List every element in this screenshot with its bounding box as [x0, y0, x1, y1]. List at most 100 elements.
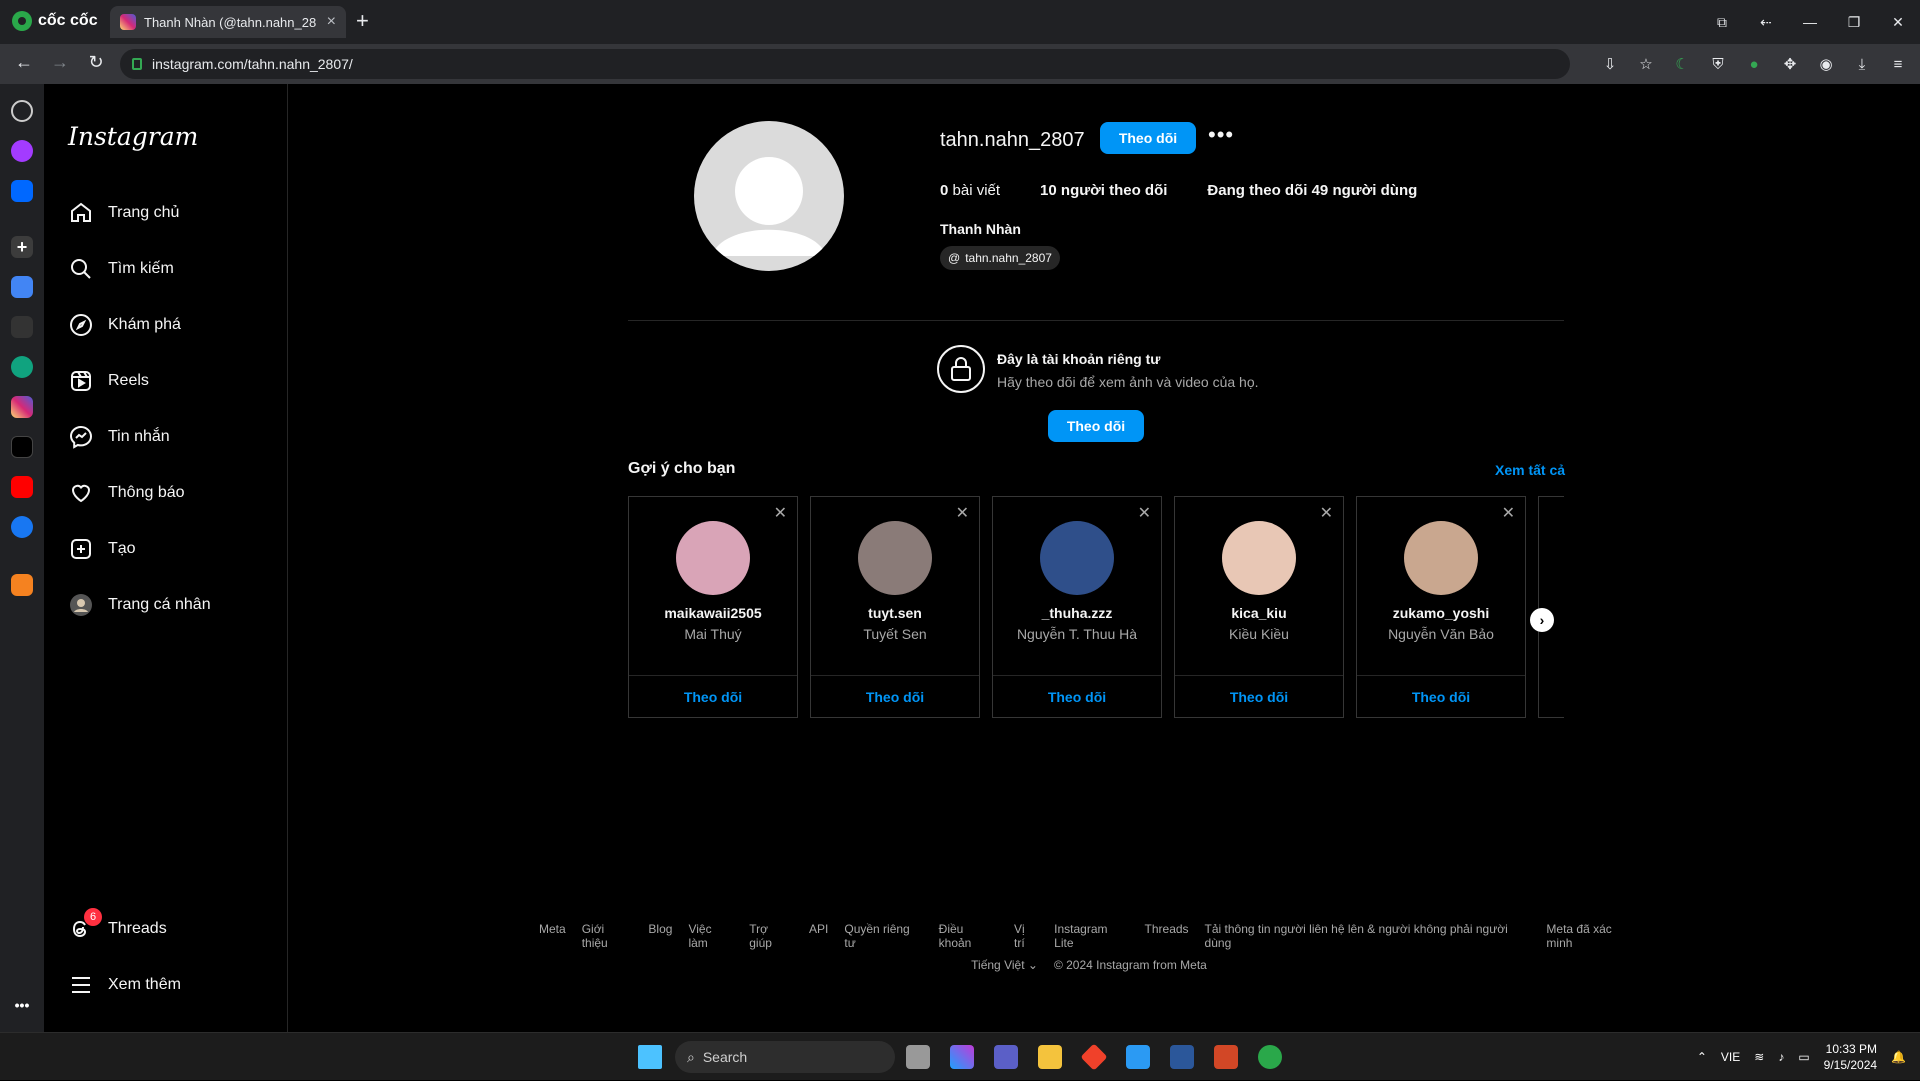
suggestion-follow-button[interactable]: Theo dõi [629, 675, 797, 718]
see-all-link[interactable]: Xem tất cả [1495, 462, 1565, 478]
nav-messages[interactable]: Tin nhắn [68, 417, 278, 457]
forward-button[interactable]: → [48, 52, 72, 73]
windows-start-icon[interactable] [638, 1045, 662, 1069]
extensions-icon[interactable]: ✥ [1778, 50, 1802, 78]
private-follow-button[interactable]: Theo dõi [1048, 410, 1144, 442]
close-window-button[interactable]: ✕ [1876, 14, 1920, 31]
coccoc-taskbar-icon[interactable] [1258, 1045, 1282, 1069]
suggestion-username[interactable]: tuyt.sen [811, 605, 979, 621]
footer-link[interactable]: Việc làm [688, 922, 733, 950]
nav-search[interactable]: Tìm kiếm [68, 249, 278, 289]
instagram-app-icon[interactable] [11, 396, 33, 418]
suggestion-username[interactable]: zukamo_yoshi [1357, 605, 1525, 621]
nav-notifications[interactable]: Thông báo [68, 473, 278, 513]
footer-link[interactable]: Tải thông tin người liên hệ lên & người … [1205, 922, 1531, 950]
dismiss-icon[interactable]: ✕ [1138, 503, 1151, 523]
restore-button[interactable]: ❐ [1832, 14, 1876, 31]
followers-stat[interactable]: 10 người theo dõi [1040, 182, 1167, 199]
file-explorer-icon[interactable] [1038, 1045, 1062, 1069]
footer-link[interactable]: Vị trí [1014, 922, 1038, 950]
suggestion-avatar[interactable] [676, 521, 750, 595]
nav-reels[interactable]: Reels [68, 361, 278, 401]
facebook-app-icon[interactable] [11, 516, 33, 538]
dark-mode-icon[interactable]: ☾ [1670, 50, 1694, 78]
instagram-logo[interactable]: Instagram [68, 122, 198, 151]
follow-button[interactable]: Theo dõi [1100, 122, 1196, 154]
battery-icon[interactable]: ▭ [1798, 1050, 1809, 1064]
footer-link[interactable]: Trợ giúp [749, 922, 793, 950]
download-helper-icon[interactable]: ● [1742, 50, 1766, 78]
zalo-app-icon[interactable] [11, 180, 33, 202]
back-history-icon[interactable]: ⇠ [1744, 14, 1788, 31]
translate-app-icon[interactable] [11, 276, 33, 298]
account-icon[interactable]: ◉ [1814, 50, 1838, 78]
menu-icon[interactable]: ≡ [1886, 50, 1910, 78]
powerpoint-icon[interactable] [1214, 1045, 1238, 1069]
tiktok-app-icon[interactable] [11, 436, 33, 458]
browser-brand[interactable]: cốc cốc [12, 11, 98, 31]
suggestion-username[interactable]: kica_kiu [1175, 605, 1343, 621]
history-icon[interactable] [11, 100, 33, 122]
back-button[interactable]: ← [12, 52, 36, 73]
git-icon[interactable] [1080, 1043, 1108, 1071]
suggestion-avatar[interactable] [1404, 521, 1478, 595]
suggestion-avatar[interactable] [1222, 521, 1296, 595]
threads-profile-link[interactable]: @ tahn.nahn_2807 [940, 246, 1060, 270]
suggestion-avatar[interactable] [1040, 521, 1114, 595]
clock[interactable]: 10:33 PM 9/15/2024 [1824, 1041, 1877, 1073]
wifi-icon[interactable]: ≋ [1754, 1050, 1764, 1064]
install-app-icon[interactable]: ⇩ [1598, 50, 1622, 78]
footer-link[interactable]: Điều khoản [939, 922, 998, 950]
suggestion-username[interactable]: maikawaii2505 [629, 605, 797, 621]
copilot-icon[interactable] [950, 1045, 974, 1069]
footer-link[interactable]: Instagram Lite [1054, 922, 1128, 950]
suggestion-follow-button[interactable]: Theo dõi [811, 675, 979, 718]
nav-create[interactable]: Tạo [68, 529, 278, 569]
suggestion-avatar[interactable] [858, 521, 932, 595]
following-stat[interactable]: Đang theo dõi 49 người dùng [1207, 182, 1417, 199]
carousel-next-icon[interactable]: › [1530, 608, 1554, 632]
dismiss-icon[interactable]: ✕ [956, 503, 969, 523]
vscode-icon[interactable] [1126, 1045, 1150, 1069]
address-bar[interactable]: instagram.com/tahn.nahn_2807/ [120, 49, 1570, 79]
reload-button[interactable]: ↻ [84, 52, 108, 73]
profile-avatar[interactable] [694, 121, 844, 271]
footer-link[interactable]: Threads [1145, 922, 1189, 950]
discord-app-icon[interactable] [11, 316, 33, 338]
nav-more[interactable]: Xem thêm [68, 965, 278, 1005]
youtube-app-icon[interactable] [11, 476, 33, 498]
footer-link[interactable]: Meta đã xác minh [1546, 922, 1639, 950]
nav-threads[interactable]: 6 Threads [68, 908, 278, 949]
minimize-button[interactable]: — [1788, 14, 1832, 30]
nav-home[interactable]: Trang chủ [68, 193, 278, 233]
footer-link[interactable]: Meta [539, 922, 566, 950]
footer-link[interactable]: Giới thiệu [582, 922, 633, 950]
bookmark-star-icon[interactable]: ☆ [1634, 50, 1658, 78]
word-icon[interactable] [1170, 1045, 1194, 1069]
browser-tab-active[interactable]: Thanh Nhàn (@tahn.nahn_28 × [110, 6, 346, 38]
add-app-icon[interactable]: + [11, 236, 33, 258]
nav-explore[interactable]: Khám phá [68, 305, 278, 345]
downloads-icon[interactable]: ⤓ [1850, 50, 1874, 78]
chatgpt-app-icon[interactable] [11, 356, 33, 378]
footer-link[interactable]: Quyền riêng tư [844, 922, 922, 950]
volume-icon[interactable]: ♪ [1778, 1050, 1784, 1064]
taskbar-search[interactable]: ⌕ Search [675, 1041, 895, 1073]
dismiss-icon[interactable]: ✕ [1320, 503, 1333, 523]
suggestion-follow-button[interactable]: Theo dõi [993, 675, 1161, 718]
footer-link[interactable]: Blog [648, 922, 672, 950]
chevron-up-icon[interactable]: ⌃ [1697, 1050, 1707, 1064]
close-tab-icon[interactable]: × [327, 13, 336, 31]
new-tab-button[interactable]: + [356, 10, 369, 32]
messenger-app-icon[interactable] [11, 140, 33, 162]
suggestion-follow-button[interactable]: Theo dõi [1357, 675, 1525, 718]
teams-icon[interactable] [994, 1045, 1018, 1069]
dismiss-icon[interactable]: ✕ [1502, 503, 1515, 523]
task-view-icon[interactable] [906, 1045, 930, 1069]
shopping-app-icon[interactable] [11, 574, 33, 596]
input-language[interactable]: VIE [1721, 1050, 1740, 1064]
language-select[interactable]: Tiếng Việt ⌄ [971, 958, 1038, 972]
suggestion-follow-button[interactable]: Theo dõi [1175, 675, 1343, 718]
nav-profile[interactable]: Trang cá nhân [68, 585, 278, 625]
more-apps-icon[interactable]: ••• [11, 994, 33, 1016]
